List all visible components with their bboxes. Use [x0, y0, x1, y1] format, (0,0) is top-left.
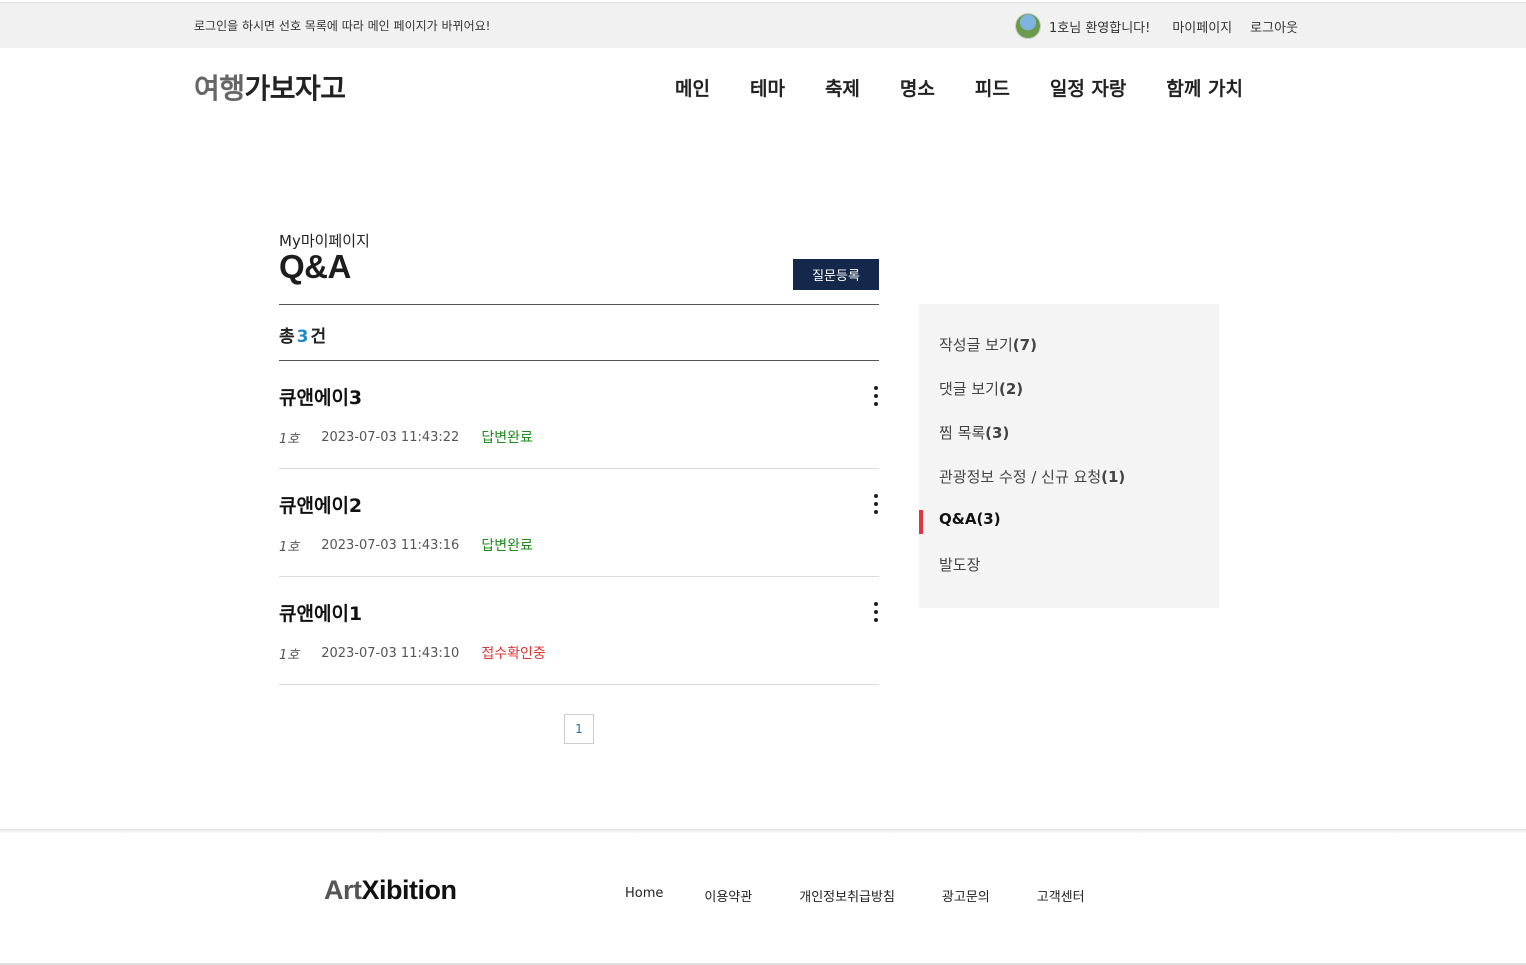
side-item-label: 발도장 [939, 556, 981, 574]
count-number: 3 [296, 327, 309, 347]
footer-link-terms[interactable]: 이용약관 [704, 886, 752, 905]
welcome-text: 1호님 환영합니다! [1049, 20, 1151, 36]
nav-item-festival[interactable]: 축제 [825, 74, 860, 101]
side-item-tour-requests[interactable]: 관광정보 수정 / 신규 요청(1) [939, 466, 1125, 487]
question-item[interactable]: 큐앤에이1 1호 2023-07-03 11:43:10 접수확인중 [279, 577, 879, 685]
side-item-label: 댓글 보기 [939, 380, 999, 398]
mypage-side-menu: 작성글 보기(7) 댓글 보기(2) 찜 목록(3) 관광정보 수정 / 신규 … [919, 304, 1219, 608]
side-item-footprints[interactable]: 발도장 [939, 554, 980, 575]
side-item-count: (3) [976, 510, 1001, 528]
question-status: 답변완료 [481, 538, 533, 554]
side-item-label: 찜 목록 [939, 424, 986, 442]
count-prefix: 총 [279, 327, 295, 347]
question-item[interactable]: 큐앤에이3 1호 2023-07-03 11:43:22 답변완료 [279, 361, 879, 469]
footer-nav: Home 이용약관 개인정보취급방침 광고문의 고객센터 [625, 886, 1085, 905]
main-nav: 메인 테마 축제 명소 피드 일정 자랑 함께 가치 [675, 74, 1243, 101]
ask-question-button[interactable]: 질문등록 [793, 259, 879, 290]
pagination-page-1[interactable]: 1 [564, 714, 594, 744]
question-item[interactable]: 큐앤에이2 1호 2023-07-03 11:43:16 답변완료 [279, 469, 879, 577]
nav-item-feed[interactable]: 피드 [975, 74, 1010, 101]
more-options-icon[interactable] [873, 494, 879, 514]
side-item-count: (2) [998, 380, 1024, 398]
question-author: 1호 [279, 647, 300, 663]
footer-link-support[interactable]: 고객센터 [1037, 886, 1085, 905]
footer-link-ads[interactable]: 광고문의 [942, 886, 990, 905]
footer-logo[interactable]: ArtXibition [324, 875, 457, 906]
user-avatar[interactable] [1015, 13, 1041, 39]
question-title[interactable]: 큐앤에이3 [279, 383, 362, 410]
side-item-wishlist[interactable]: 찜 목록(3) [939, 422, 1009, 443]
question-meta: 1호 2023-07-03 11:43:10 접수확인중 [279, 643, 546, 663]
side-item-count: (1) [1101, 468, 1126, 486]
nav-item-together[interactable]: 함께 가치 [1166, 74, 1243, 101]
question-author: 1호 [279, 539, 300, 555]
count-suffix: 건 [310, 327, 327, 347]
site-logo[interactable]: 여행가보자고 [194, 67, 346, 107]
side-item-count: (7) [1012, 336, 1037, 354]
question-author: 1호 [279, 431, 300, 447]
question-title[interactable]: 큐앤에이2 [279, 491, 362, 518]
active-indicator [919, 510, 923, 534]
side-item-count: (3) [985, 424, 1010, 442]
question-count: 총3건 [279, 322, 326, 347]
nav-item-theme[interactable]: 테마 [750, 74, 785, 101]
more-options-icon[interactable] [873, 386, 879, 406]
side-item-label: 관광정보 수정 / 신규 요청 [939, 468, 1102, 486]
page-title: Q&A [279, 248, 351, 285]
side-item-posts[interactable]: 작성글 보기(7) [939, 334, 1037, 355]
footer-logo-part1: Art [324, 875, 362, 905]
mypage-link[interactable]: 마이페이지 [1172, 17, 1232, 36]
user-area: 1호님 환영합니다! 마이페이지 로그아웃 [1015, 13, 1298, 39]
footer-divider [0, 829, 1526, 833]
logout-link[interactable]: 로그아웃 [1250, 17, 1298, 36]
question-meta: 1호 2023-07-03 11:43:16 답변완료 [279, 535, 533, 555]
side-item-comments[interactable]: 댓글 보기(2) [939, 378, 1023, 399]
footer-logo-part2: Xibition [361, 875, 457, 905]
question-meta: 1호 2023-07-03 11:43:22 답변완료 [279, 427, 533, 447]
more-options-icon[interactable] [873, 602, 879, 622]
nav-item-attractions[interactable]: 명소 [900, 74, 935, 101]
logo-part2: 가보자고 [244, 72, 347, 105]
side-item-label: 작성글 보기 [939, 336, 1013, 354]
nav-item-schedule[interactable]: 일정 자랑 [1050, 74, 1127, 101]
question-list: 큐앤에이3 1호 2023-07-03 11:43:22 답변완료 큐앤에이2 … [279, 361, 879, 685]
question-date: 2023-07-03 11:43:16 [321, 537, 460, 553]
login-notice: 로그인을 하시면 선호 목록에 따라 메인 페이지가 바뀌어요! [194, 19, 491, 33]
footer-link-home[interactable]: Home [625, 886, 663, 905]
side-item-qna[interactable]: Q&A(3) [939, 510, 1001, 528]
nav-item-main[interactable]: 메인 [675, 74, 710, 101]
divider [279, 304, 879, 305]
top-bar: 로그인을 하시면 선호 목록에 따라 메인 페이지가 바뀌어요! 1호님 환영합… [0, 2, 1526, 48]
side-item-label: Q&A [939, 510, 977, 528]
question-date: 2023-07-03 11:43:22 [321, 429, 460, 445]
question-date: 2023-07-03 11:43:10 [321, 645, 460, 661]
question-title[interactable]: 큐앤에이1 [279, 599, 362, 626]
question-status: 접수확인중 [481, 646, 546, 662]
logo-part1: 여행 [194, 72, 245, 105]
footer-link-privacy[interactable]: 개인정보취급방침 [799, 886, 895, 905]
question-status: 답변완료 [481, 430, 533, 446]
